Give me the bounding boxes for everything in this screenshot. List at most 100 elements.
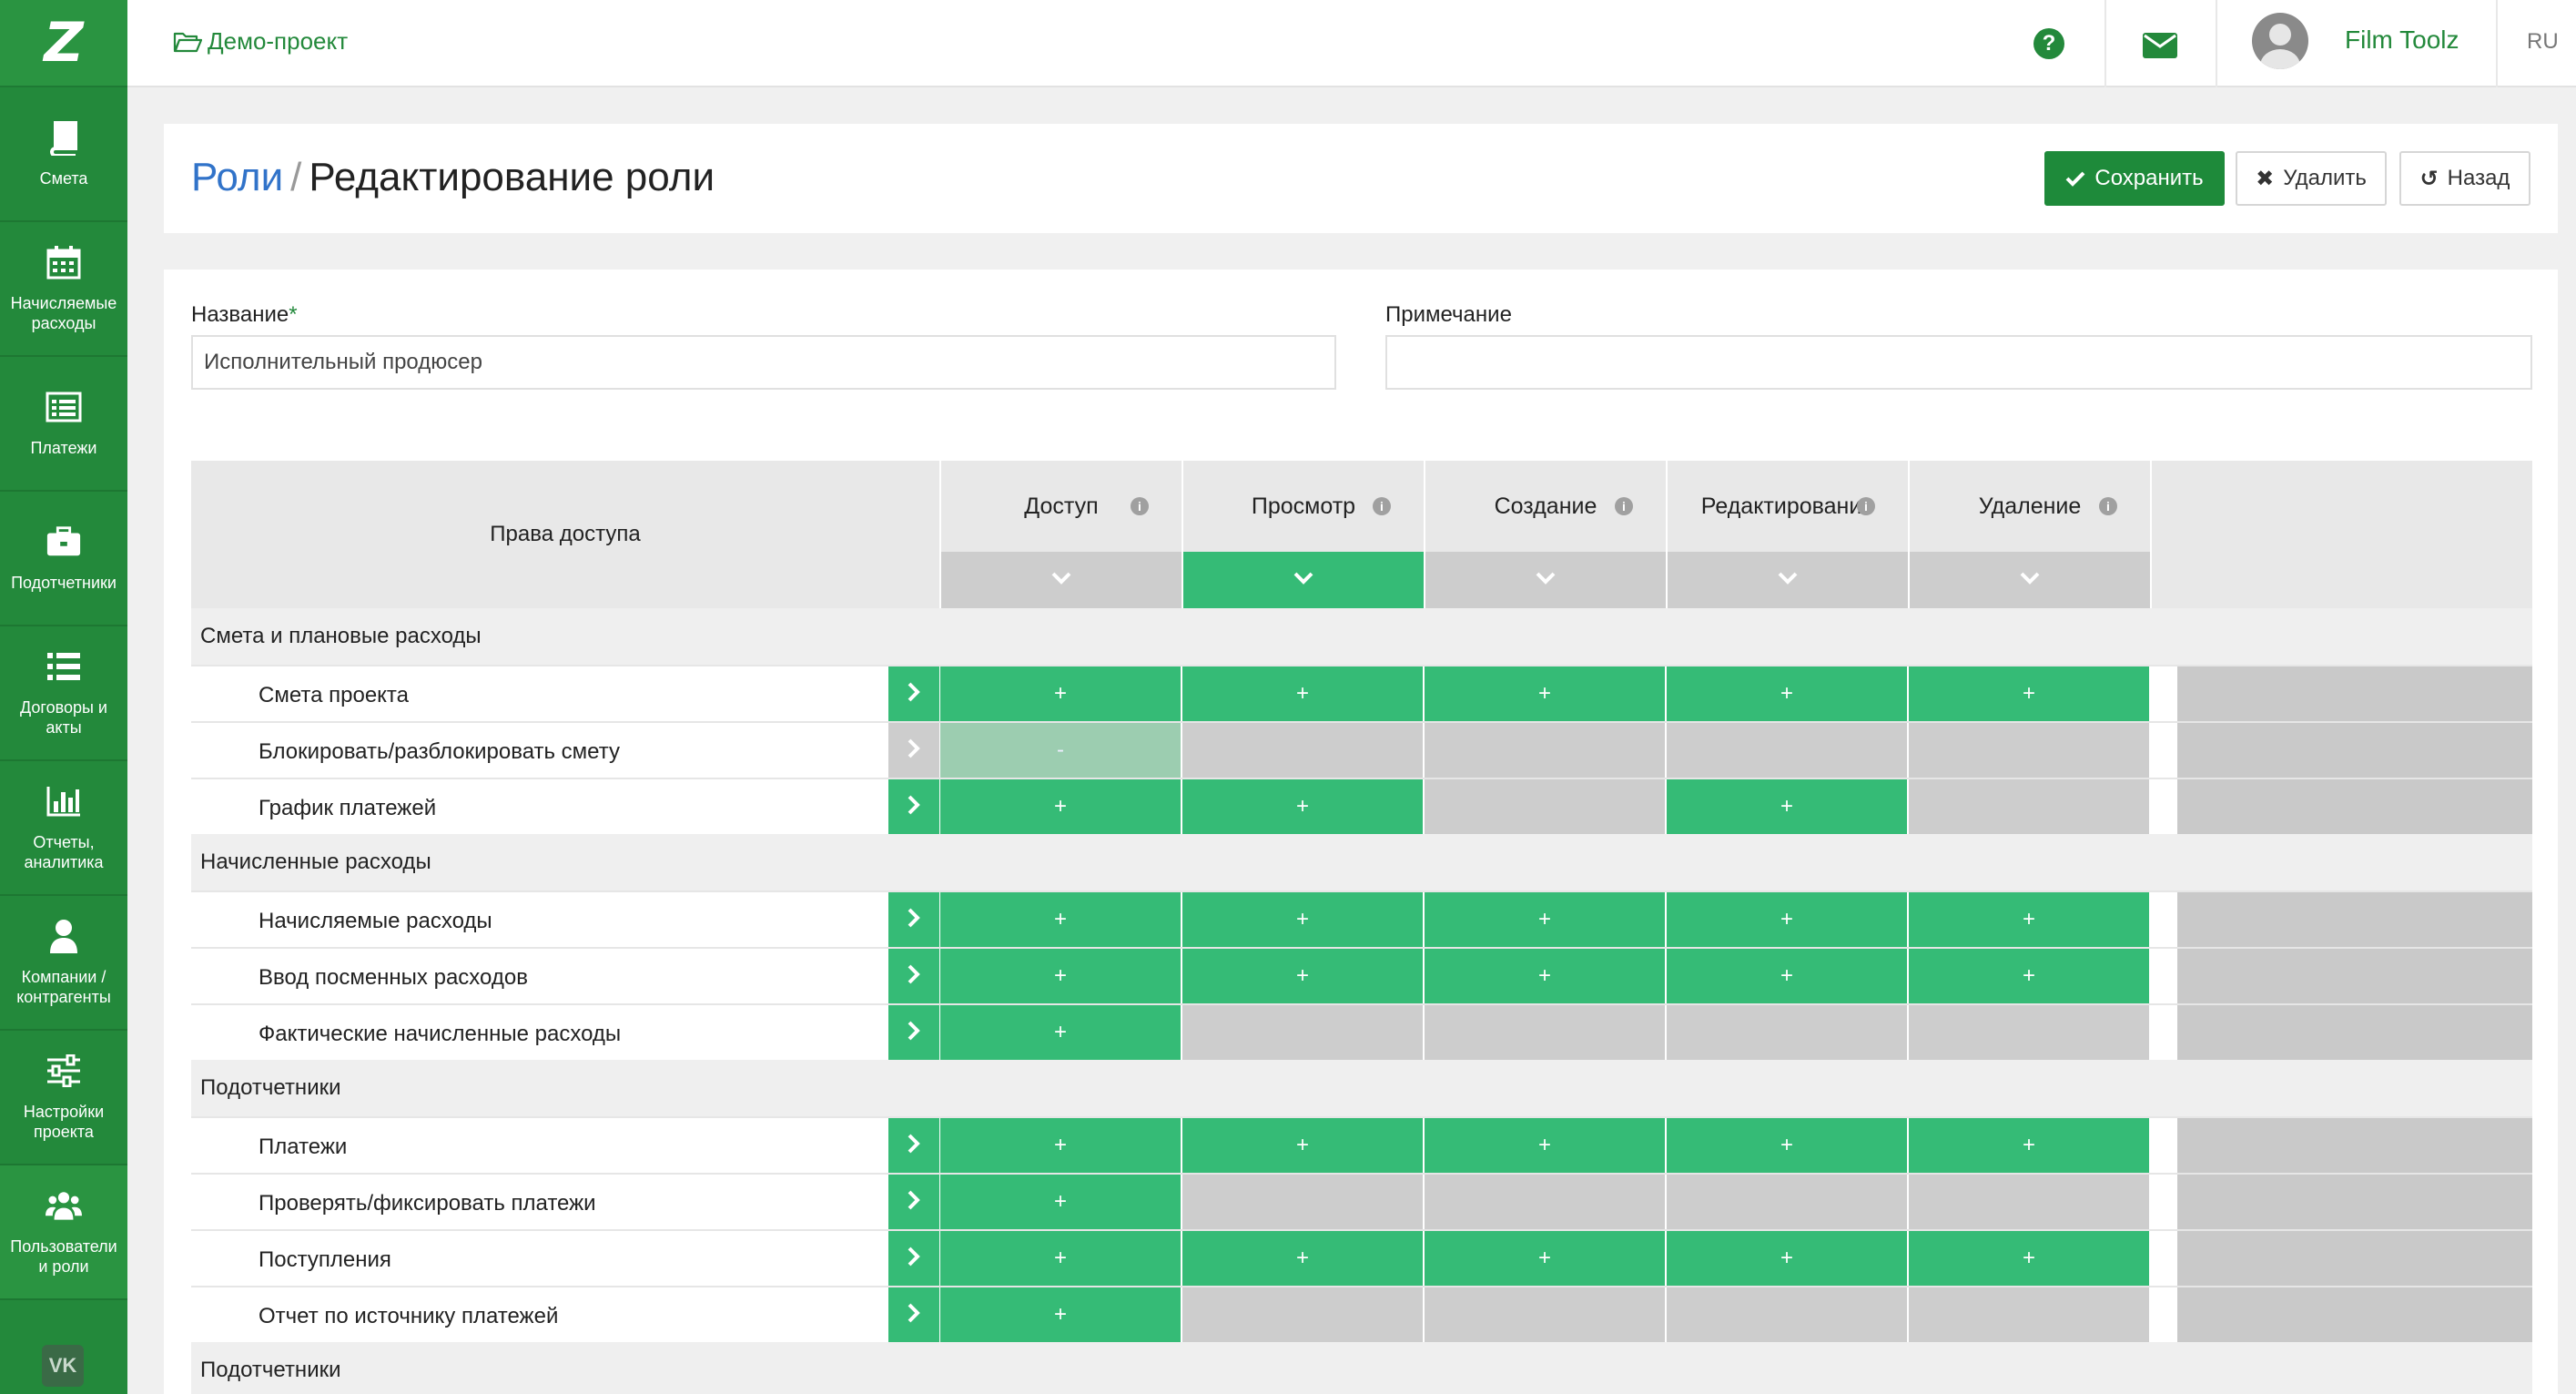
info-icon[interactable]: i: [1373, 497, 1391, 515]
info-icon[interactable]: i: [1857, 497, 1875, 515]
avatar[interactable]: [2252, 13, 2308, 69]
permission-cell[interactable]: [1425, 1005, 1665, 1060]
delete-button[interactable]: ✖ Удалить: [2236, 151, 2387, 206]
column-toggle-all[interactable]: [941, 552, 1182, 608]
sidebar-item[interactable]: Начисляемые расходы: [0, 222, 127, 357]
permission-cell[interactable]: +: [940, 892, 1181, 947]
permission-cell[interactable]: +: [1909, 1231, 2149, 1286]
permission-cell[interactable]: [1909, 779, 2149, 834]
sidebar-item[interactable]: Платежи: [0, 357, 127, 492]
row-toggle-button[interactable]: [888, 1118, 939, 1173]
permission-cell[interactable]: [1182, 723, 1423, 778]
sidebar-item[interactable]: Договоры и акты: [0, 626, 127, 761]
permission-cell[interactable]: +: [1182, 949, 1423, 1003]
permission-cell[interactable]: [1667, 1005, 1907, 1060]
permission-name: График платежей: [259, 796, 437, 820]
row-toggle-button[interactable]: [888, 666, 939, 721]
name-input[interactable]: Исполнительный продюсер: [191, 335, 1336, 390]
chevron-right-icon: [908, 1303, 920, 1328]
sidebar-item[interactable]: Смета: [0, 87, 127, 222]
permission-cell[interactable]: [1182, 1287, 1423, 1342]
row-toggle-button[interactable]: [888, 1287, 939, 1342]
mail-icon[interactable]: [2143, 33, 2177, 63]
info-icon[interactable]: i: [1131, 497, 1149, 515]
column-toggle-all[interactable]: [1425, 552, 1666, 608]
permission-cell[interactable]: [1425, 1287, 1665, 1342]
permission-cell[interactable]: +: [1909, 949, 2149, 1003]
breadcrumb-roles-link[interactable]: Роли: [191, 155, 283, 199]
permission-cell[interactable]: [1182, 1005, 1423, 1060]
sidebar-item[interactable]: Компании / контрагенты: [0, 896, 127, 1031]
permission-cell[interactable]: [1182, 1175, 1423, 1229]
permission-row: Отчет по источнику платежей +: [191, 1286, 2532, 1342]
info-icon[interactable]: i: [1615, 497, 1633, 515]
column-toggle-all[interactable]: [1183, 552, 1424, 608]
permission-cell[interactable]: +: [1667, 779, 1907, 834]
info-icon[interactable]: i: [2099, 497, 2117, 515]
save-button[interactable]: Сохранить: [2044, 151, 2225, 206]
app-logo[interactable]: Z: [0, 0, 127, 87]
row-toggle-button[interactable]: [888, 892, 939, 947]
permission-cell[interactable]: +: [1667, 949, 1907, 1003]
sidebar-item[interactable]: Отчеты, аналитика: [0, 761, 127, 896]
permission-cell[interactable]: -: [940, 723, 1181, 778]
permission-group-title: Подотчетники: [191, 1342, 2532, 1394]
permission-cell[interactable]: +: [1425, 1118, 1665, 1173]
sidebar-item[interactable]: Подотчетники: [0, 492, 127, 626]
permission-cell[interactable]: +: [940, 1287, 1181, 1342]
permission-cell[interactable]: +: [1909, 666, 2149, 721]
project-link[interactable]: Демо-проект: [173, 27, 348, 56]
permission-cell[interactable]: +: [1182, 1231, 1423, 1286]
permission-cell[interactable]: [1667, 1287, 1907, 1342]
permission-cell[interactable]: +: [1667, 666, 1907, 721]
chevron-down-icon: [1051, 572, 1071, 589]
language-switch[interactable]: RU: [2527, 29, 2559, 55]
permission-cell[interactable]: [1425, 723, 1665, 778]
permission-cell[interactable]: +: [940, 949, 1181, 1003]
name-label: Название*: [191, 302, 298, 327]
permission-cell[interactable]: +: [1182, 1118, 1423, 1173]
column-toggle-all[interactable]: [1668, 552, 1908, 608]
permission-cell[interactable]: +: [1667, 1118, 1907, 1173]
help-icon[interactable]: ?: [2033, 28, 2064, 59]
permission-cell[interactable]: +: [1425, 892, 1665, 947]
row-toggle-button[interactable]: [888, 949, 939, 1003]
permission-cell[interactable]: +: [1909, 892, 2149, 947]
permission-cell[interactable]: +: [1425, 666, 1665, 721]
back-button[interactable]: ↺ Назад: [2399, 151, 2530, 206]
permission-cell[interactable]: [1909, 1287, 2149, 1342]
permission-cell[interactable]: +: [1425, 1231, 1665, 1286]
permission-cell[interactable]: +: [1182, 779, 1423, 834]
permission-cell[interactable]: [1425, 1175, 1665, 1229]
column-toggle-all[interactable]: [1910, 552, 2150, 608]
row-toggle-button[interactable]: [888, 1005, 939, 1060]
row-toggle-button[interactable]: [888, 1175, 939, 1229]
permission-cell[interactable]: [1667, 723, 1907, 778]
row-toggle-button[interactable]: [888, 779, 939, 834]
permission-cell[interactable]: [1909, 1005, 2149, 1060]
permission-cell[interactable]: +: [1909, 1118, 2149, 1173]
permission-cell[interactable]: [1909, 1175, 2149, 1229]
permission-cell[interactable]: +: [940, 779, 1181, 834]
permission-cell[interactable]: +: [940, 1175, 1181, 1229]
permission-cell[interactable]: +: [940, 1231, 1181, 1286]
permission-cell[interactable]: [1425, 779, 1665, 834]
permission-cell[interactable]: +: [1667, 892, 1907, 947]
permission-cell[interactable]: +: [1425, 949, 1665, 1003]
permission-cell[interactable]: +: [940, 1005, 1181, 1060]
permission-cell[interactable]: +: [1667, 1231, 1907, 1286]
vk-icon[interactable]: VK: [42, 1345, 84, 1387]
permission-cell[interactable]: +: [940, 1118, 1181, 1173]
row-filler: [2177, 1231, 2532, 1286]
row-toggle-button[interactable]: [888, 1231, 939, 1286]
sidebar-item[interactable]: Пользователи и роли: [0, 1165, 127, 1300]
row-toggle-button[interactable]: [888, 723, 939, 778]
permission-cell[interactable]: +: [1182, 892, 1423, 947]
user-name[interactable]: Film Toolz: [2345, 25, 2459, 55]
note-input[interactable]: [1385, 335, 2532, 390]
permission-cell[interactable]: +: [940, 666, 1181, 721]
permission-cell[interactable]: [1667, 1175, 1907, 1229]
sidebar-item[interactable]: Настройки проекта: [0, 1031, 127, 1165]
permission-cell[interactable]: [1909, 723, 2149, 778]
permission-cell[interactable]: +: [1182, 666, 1423, 721]
